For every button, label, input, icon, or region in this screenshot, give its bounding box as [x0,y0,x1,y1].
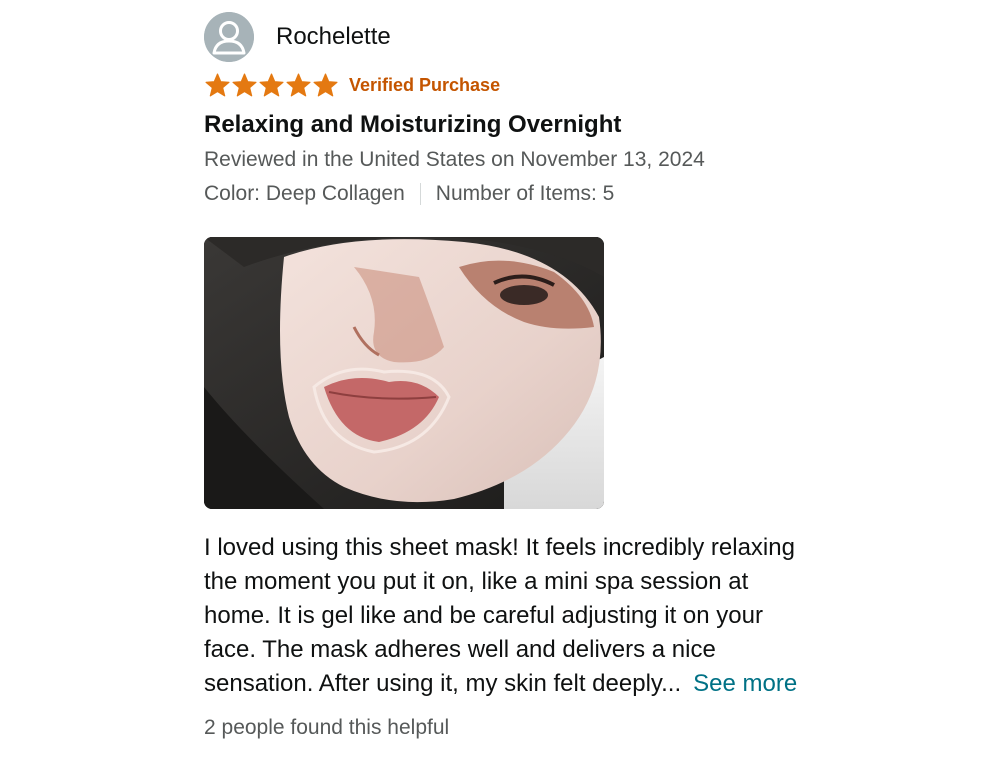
reviewer-profile[interactable]: Rochelette [204,12,844,62]
review-date: Reviewed in the United States on Novembe… [204,148,705,171]
star-icon [313,72,338,96]
reviewer-name[interactable]: Rochelette [276,23,391,51]
variant-item-count: Number of Items: 5 [435,182,615,205]
helpful-count: 2 people found this helpful [204,716,450,739]
review-photo[interactable] [204,237,604,509]
review-body: I loved using this sheet mask! It feels … [204,531,814,701]
variant-color: Color: Deep Collagen [204,182,405,205]
star-icon [259,72,284,96]
star-icon [205,72,230,96]
review-title[interactable]: Relaxing and Moisturizing Overnight [204,110,844,140]
star-rating[interactable] [204,72,339,99]
star-icon [232,72,257,96]
customer-review: Rochelette Verified Purchase Relaxing an… [204,12,844,741]
rating-row: Verified Purchase [204,71,844,99]
see-more-link[interactable]: See more [693,670,797,697]
default-user-avatar-icon[interactable] [204,12,254,62]
verified-purchase-badge[interactable]: Verified Purchase [349,75,500,96]
product-variant-info: Color: Deep Collagen Number of Items: 5 [204,181,844,207]
star-icon [286,72,311,96]
variant-divider [419,183,421,205]
